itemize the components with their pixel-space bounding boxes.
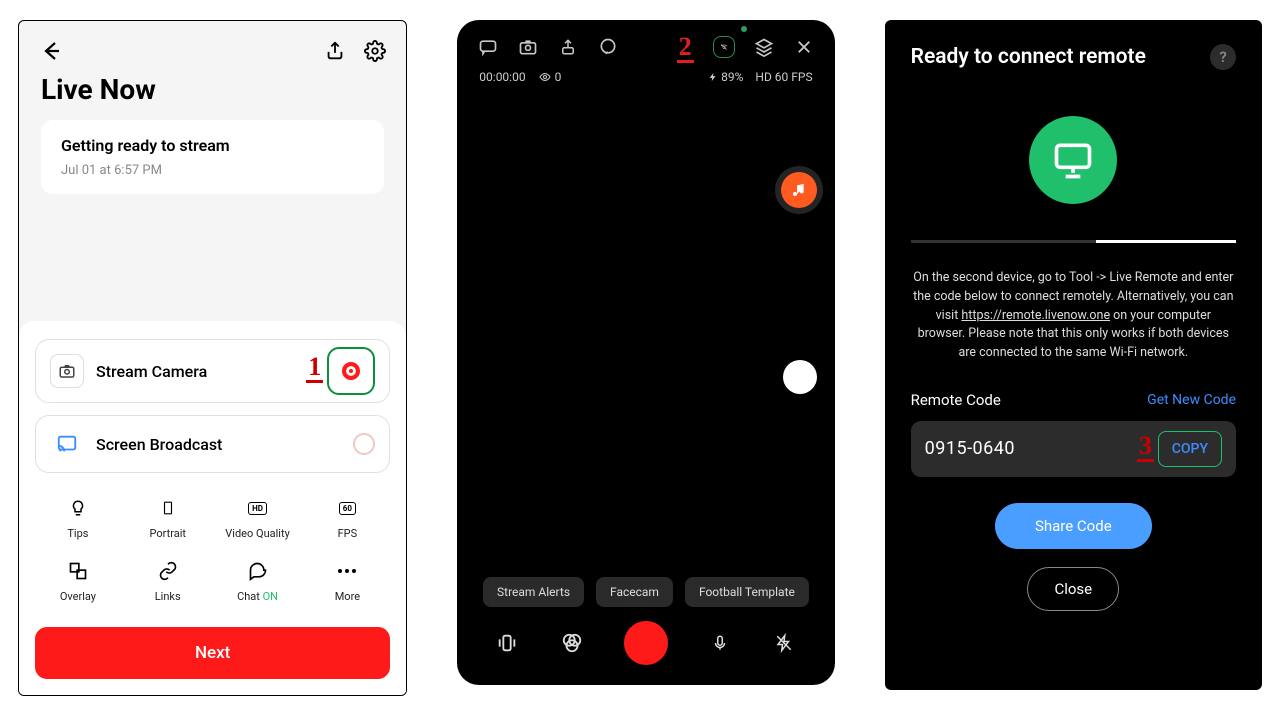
help-icon[interactable]: ? xyxy=(1210,44,1236,70)
option-links-label: Links xyxy=(155,590,181,603)
copy-button[interactable]: COPY xyxy=(1158,431,1222,467)
stream-status-heading: Getting ready to stream xyxy=(61,136,364,155)
header: Ready to connect remote ? xyxy=(911,44,1236,70)
brightness-button[interactable] xyxy=(783,360,817,394)
flash-off-icon[interactable] xyxy=(772,631,796,655)
code-box: 0915-0640 3 COPY xyxy=(911,421,1236,477)
option-vq-label: Video Quality xyxy=(225,527,290,540)
screen-remote-connect: Ready to connect remote ? On the second … xyxy=(885,20,1262,690)
chat-bubble-icon[interactable] xyxy=(477,36,499,58)
pill-facecam[interactable]: Facecam xyxy=(596,577,673,607)
stream-status-time: Jul 01 at 6:57 PM xyxy=(61,163,364,178)
overlay-icon xyxy=(67,560,89,582)
bottom-toolbar xyxy=(457,607,834,685)
option-more-label: More xyxy=(335,590,360,603)
camera-icon xyxy=(50,354,84,388)
template-pills: Stream Alerts Facecam Football Template xyxy=(457,577,834,607)
option-fps-label: FPS xyxy=(338,527,358,540)
vibrate-icon[interactable] xyxy=(495,631,519,655)
option-video-quality[interactable]: HD Video Quality xyxy=(215,491,301,546)
music-button[interactable] xyxy=(781,172,817,208)
share-code-button[interactable]: Share Code xyxy=(995,503,1152,549)
active-indicator-icon xyxy=(741,26,747,32)
option-portrait-label: Portrait xyxy=(149,527,186,540)
cast-icon xyxy=(50,427,84,461)
portrait-icon xyxy=(157,497,179,519)
elapsed-time: 00:00:00 xyxy=(479,70,525,84)
bottom-panel: Stream Camera 1 Screen Broadcast Tips Po… xyxy=(19,321,406,695)
settings-icon[interactable] xyxy=(364,40,386,62)
header-bar xyxy=(19,21,406,73)
share-icon[interactable] xyxy=(324,40,346,62)
option-overlay-label: Overlay xyxy=(60,590,96,603)
pill-stream-alerts[interactable]: Stream Alerts xyxy=(483,577,584,607)
option-portrait[interactable]: Portrait xyxy=(125,491,211,546)
stream-camera-label: Stream Camera xyxy=(96,362,327,381)
quality-label: HD 60 FPS xyxy=(755,70,812,84)
option-overlay[interactable]: Overlay xyxy=(35,554,121,609)
viewers-count: 0 xyxy=(538,70,562,84)
comment-icon[interactable] xyxy=(597,36,619,58)
annotation-2: 2 xyxy=(677,34,694,63)
close-icon[interactable] xyxy=(793,36,815,58)
record-empty-icon[interactable] xyxy=(353,433,375,455)
layers-icon[interactable] xyxy=(753,36,775,58)
record-button[interactable] xyxy=(624,621,668,665)
option-fps[interactable]: 60 FPS xyxy=(304,491,390,546)
option-links[interactable]: Links xyxy=(125,554,211,609)
instructions-text: On the second device, go to Tool -> Live… xyxy=(911,269,1236,363)
stream-status-card: Getting ready to stream Jul 01 at 6:57 P… xyxy=(41,120,384,194)
remote-code-label: Remote Code xyxy=(911,391,1001,409)
monitor-icon xyxy=(1029,116,1117,204)
link-icon xyxy=(157,560,179,582)
top-toolbar: 2 xyxy=(457,20,834,64)
wifi-off-icon[interactable] xyxy=(713,36,735,58)
annotation-1: 1 xyxy=(306,354,323,383)
remote-code-header: Remote Code Get New Code xyxy=(911,391,1236,409)
pill-football-template[interactable]: Football Template xyxy=(685,577,809,607)
option-chat[interactable]: Chat ON xyxy=(215,554,301,609)
share-icon[interactable] xyxy=(557,36,579,58)
progress-bar xyxy=(911,240,1236,243)
screen-broadcast-row[interactable]: Screen Broadcast xyxy=(35,415,390,473)
page-title: Ready to connect remote xyxy=(911,45,1146,69)
remote-code-value: 0915-0640 xyxy=(925,438,1015,459)
option-tips-label: Tips xyxy=(67,527,88,540)
fps-icon: 60 xyxy=(336,497,358,519)
screen-live-now: Live Now Getting ready to stream Jul 01 … xyxy=(18,20,407,696)
screen-broadcast-label: Screen Broadcast xyxy=(96,435,353,454)
filter-icon[interactable] xyxy=(560,631,584,655)
get-new-code-link[interactable]: Get New Code xyxy=(1147,392,1236,408)
record-button[interactable] xyxy=(327,347,375,395)
battery-level: 89% xyxy=(708,70,743,84)
mic-icon[interactable] xyxy=(708,631,732,655)
hd-icon: HD xyxy=(247,497,269,519)
close-button[interactable]: Close xyxy=(1027,567,1119,611)
options-grid: Tips Portrait HD Video Quality 60 FPS Ov… xyxy=(35,491,390,609)
screen-camera-stream: 2 00:00:00 0 89% HD 60 FPS Stream Alerts… xyxy=(457,20,834,685)
option-tips[interactable]: Tips xyxy=(35,491,121,546)
annotation-3: 3 xyxy=(1137,433,1154,462)
stream-camera-row[interactable]: Stream Camera 1 xyxy=(35,339,390,403)
option-chat-label: Chat ON xyxy=(237,590,278,603)
option-more[interactable]: More xyxy=(304,554,390,609)
page-title: Live Now xyxy=(19,73,406,120)
back-icon[interactable] xyxy=(39,39,63,63)
more-icon xyxy=(336,560,358,582)
camera-icon[interactable] xyxy=(517,36,539,58)
next-button[interactable]: Next xyxy=(35,627,390,679)
chat-icon xyxy=(247,560,269,582)
status-bar: 00:00:00 0 89% HD 60 FPS xyxy=(457,64,834,84)
bulb-icon xyxy=(67,497,89,519)
